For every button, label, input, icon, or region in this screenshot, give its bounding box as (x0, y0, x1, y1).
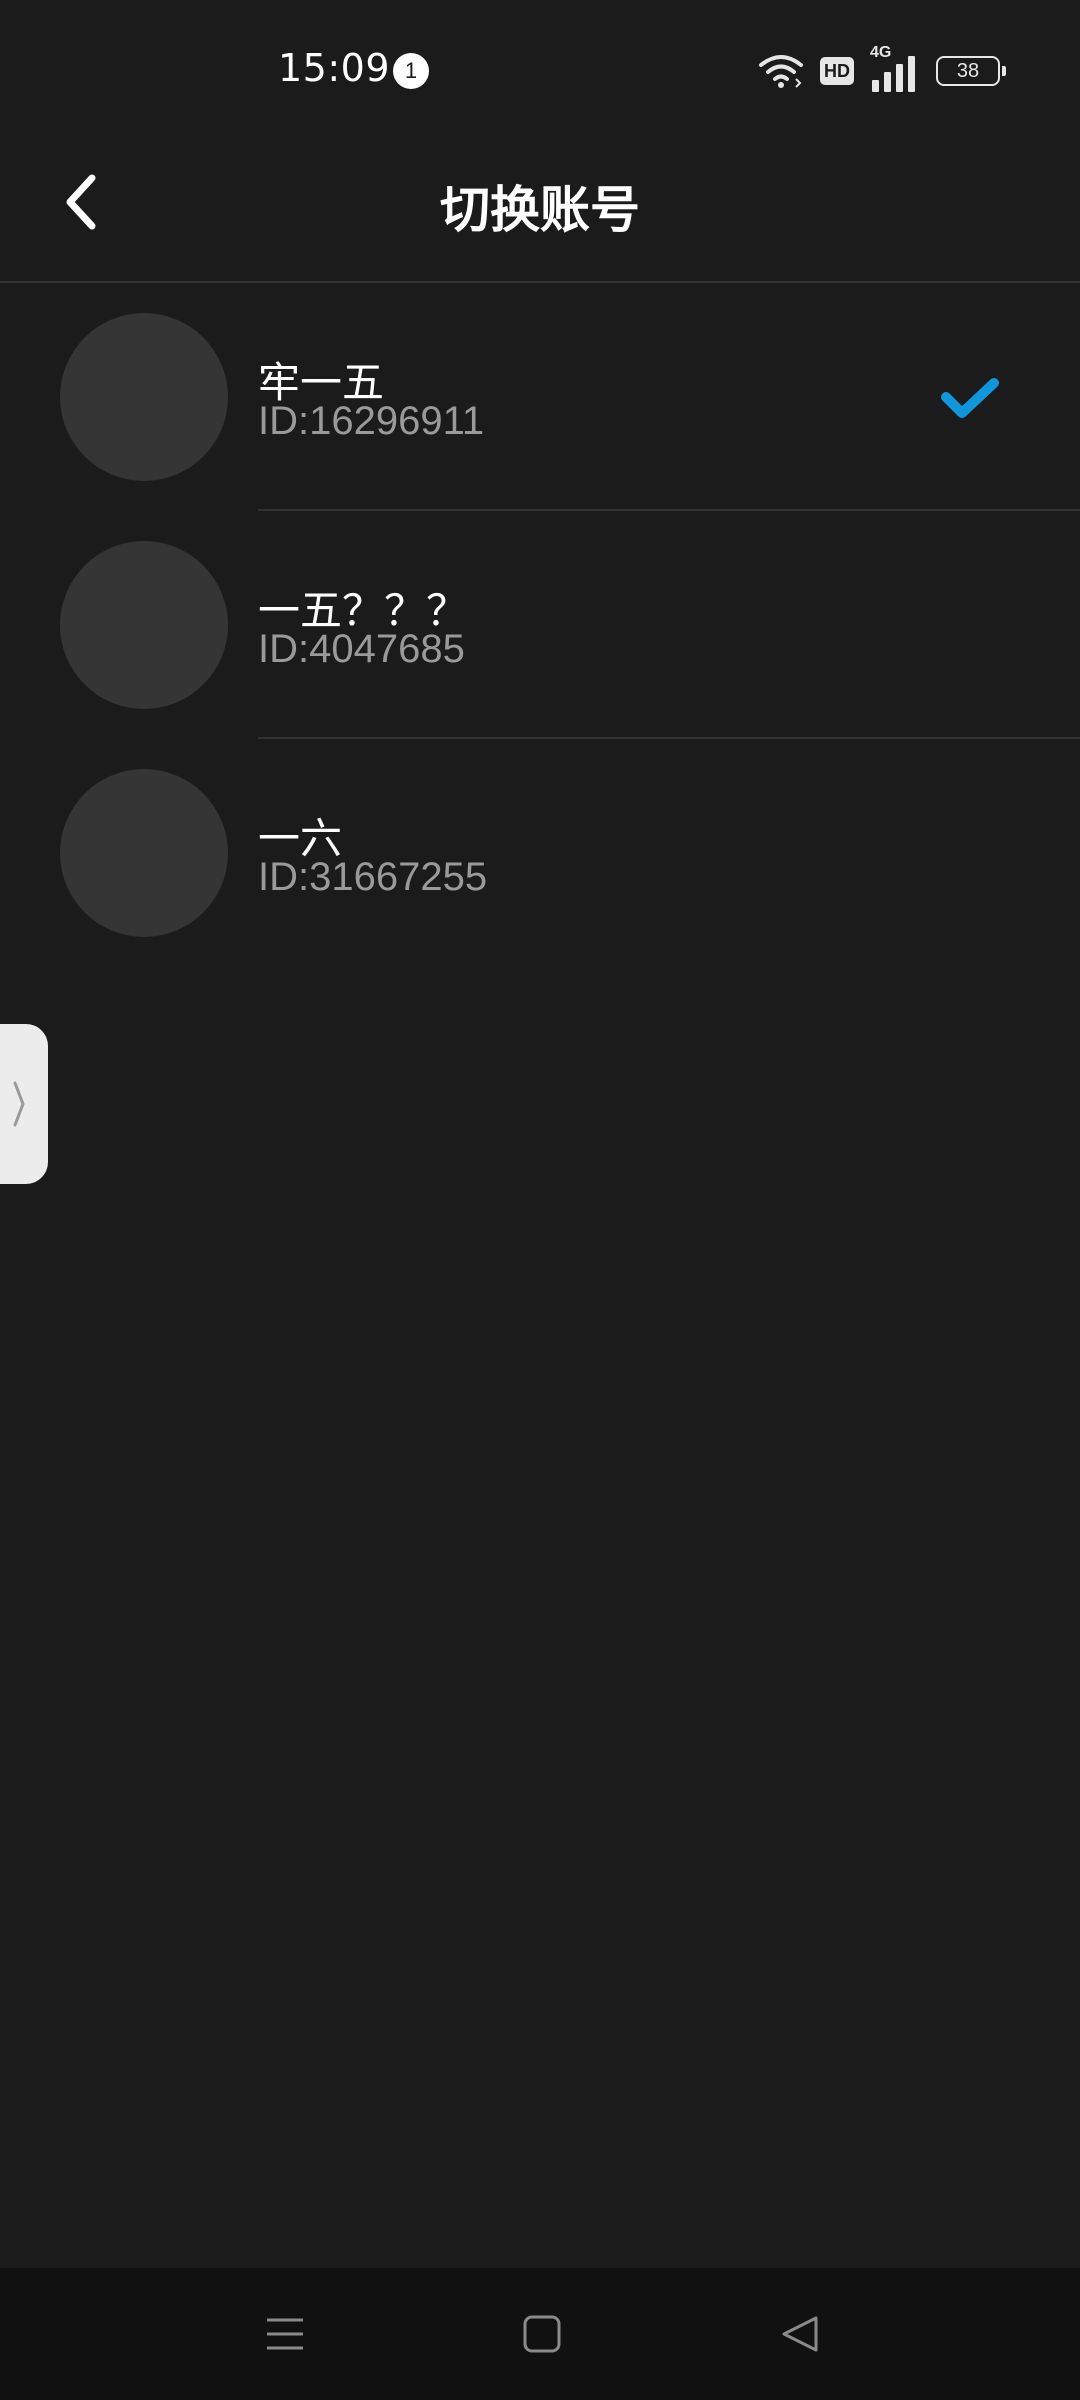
notification-badge: 1 (393, 53, 429, 89)
account-item[interactable]: 一五？？？ ID:4047685 (0, 511, 1080, 739)
system-back-button[interactable] (770, 2304, 830, 2364)
account-id: ID:4047685 (258, 627, 465, 671)
home-icon (523, 2315, 561, 2353)
menu-icon (267, 2318, 303, 2350)
account-item[interactable]: 牢一五 ID:16296911 (0, 283, 1080, 511)
status-icons: HD 4G 38 (758, 44, 1006, 94)
hd-icon: HD (820, 57, 854, 85)
status-bar: 15:09 1 HD 4G 38 (0, 0, 1080, 130)
home-button[interactable] (512, 2304, 572, 2364)
wifi-icon (759, 55, 803, 88)
battery-icon: 38 (936, 56, 1006, 86)
chevron-right-icon (13, 1081, 25, 1127)
account-id: ID:16296911 (258, 399, 485, 443)
check-icon (941, 378, 999, 418)
avatar (60, 541, 228, 709)
avatar (60, 313, 228, 481)
back-triangle-icon (782, 2316, 818, 2352)
menu-button[interactable] (255, 2304, 315, 2364)
side-panel-handle[interactable] (0, 1024, 48, 1184)
header: 切换账号 (0, 130, 1080, 282)
avatar (60, 769, 228, 937)
signal-icon: 4G (870, 44, 920, 92)
status-time: 15:09 (278, 46, 391, 90)
account-id: ID:31667255 (258, 855, 488, 899)
account-list: 牢一五 ID:16296911 一五？？？ ID:4047685 一六 ID:3… (0, 283, 1080, 967)
system-nav-bar (0, 2268, 1080, 2400)
network-type-label: 4G (870, 44, 892, 61)
account-item[interactable]: 一六 ID:31667255 (0, 739, 1080, 967)
page-title: 切换账号 (440, 181, 640, 239)
